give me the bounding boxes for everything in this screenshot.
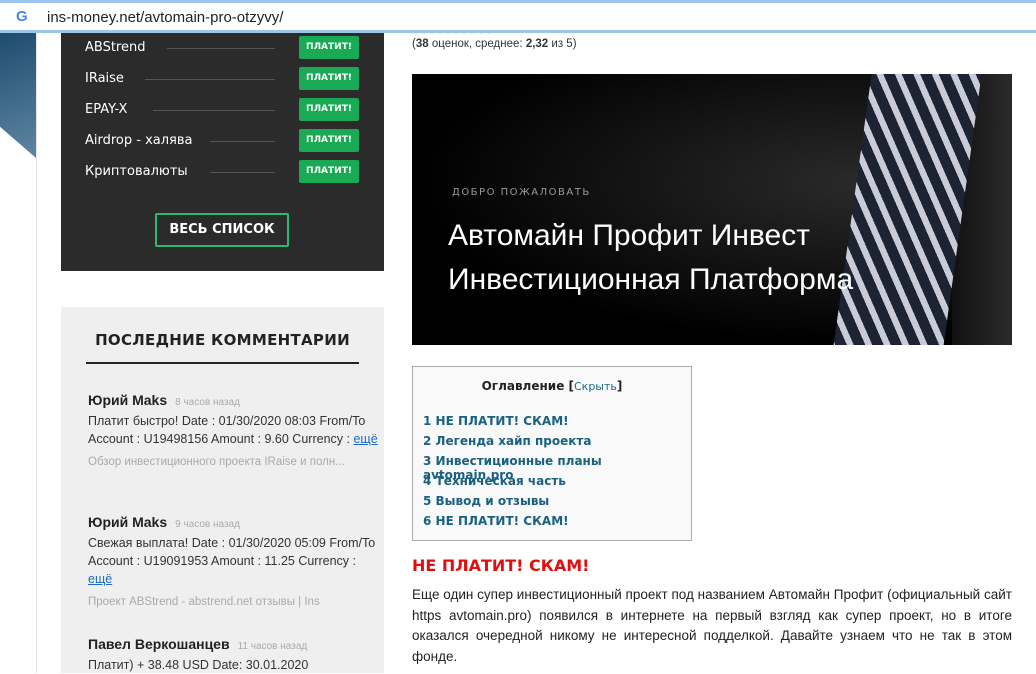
address-bar[interactable]: G ins-money.net/avtomain-pro-otzyvy/ [0, 0, 1036, 33]
divider [153, 110, 275, 111]
comment-text: Платит) + 38.48 USD Date: 30.01.2020 [88, 658, 309, 672]
status-badge[interactable]: ПЛАТИТ! [299, 67, 359, 90]
rating-summary: (38 оценок, среднее: 2,32 из 5) [412, 38, 577, 50]
rating-average: 2,32 [525, 38, 549, 50]
hero-title: Автомайн Профит Инвест Инвестиционная Пла… [448, 214, 853, 302]
comment-author[interactable]: Юрий Maks [88, 514, 167, 530]
project-name[interactable]: Airdrop - халява [85, 133, 193, 148]
divider [36, 33, 37, 673]
toc-item[interactable]: 5 Вывод и отзывы [423, 494, 549, 508]
comment-source[interactable]: Проект ABStrend - abstrend.net отзывы | … [88, 593, 378, 611]
project-name[interactable]: Криптовалюты [85, 164, 188, 179]
project-name[interactable]: ABStrend [85, 40, 145, 55]
toc-item[interactable]: 2 Легенда хайп проекта [423, 434, 591, 448]
hero-welcome: ДОБРО ПОЖАЛОВАТЬ [452, 187, 591, 198]
all-list-button[interactable]: ВЕСЬ СПИСОК [155, 213, 289, 247]
project-name[interactable]: EPAY-X [85, 102, 127, 117]
recent-comments: ПОСЛЕДНИЕ КОММЕНТАРИИ Юрий Maks 8 часов н… [61, 307, 384, 673]
status-badge[interactable]: ПЛАТИТ! [299, 98, 359, 121]
divider [86, 362, 359, 364]
rating-count: 38 [415, 38, 429, 50]
comment-author[interactable]: Юрий Maks [88, 392, 167, 408]
url-text[interactable]: ins-money.net/avtomain-pro-otzyvy/ [47, 9, 283, 26]
status-badge[interactable]: ПЛАТИТ! [299, 36, 359, 59]
hero-title-line: Инвестиционная Платформа [448, 263, 854, 296]
toc-toggle[interactable]: Скрыть [574, 380, 617, 393]
comments-title: ПОСЛЕДНИЕ КОММЕНТАРИИ [95, 331, 350, 349]
more-link[interactable]: ещё [88, 572, 112, 586]
more-link[interactable]: ещё [353, 432, 377, 446]
project-row[interactable]: ABStrend ПЛАТИТ! [85, 36, 359, 60]
toc-title: Оглавление [481, 379, 565, 393]
comment: Юрий Maks 9 часов назад Свежая выплата! D… [88, 513, 378, 611]
divider [167, 48, 275, 49]
project-row[interactable]: IRaise ПЛАТИТ! [85, 67, 359, 91]
comment-author[interactable]: Павел Веркошанцев [88, 636, 230, 652]
section-heading: НЕ ПЛАТИТ! СКАМ! [412, 556, 590, 575]
rating-label: оценок, среднее: [431, 38, 523, 50]
project-name[interactable]: IRaise [85, 71, 124, 86]
google-icon: G [16, 8, 28, 25]
hero-image: ДОБРО ПОЖАЛОВАТЬ Автомайн Профит Инвест И… [412, 74, 1012, 345]
hero-title-line: Автомайн Профит Инвест [448, 219, 810, 252]
background-decoration [0, 33, 36, 158]
divider [210, 172, 275, 173]
projects-widget: ABStrend ПЛАТИТ! IRaise ПЛАТИТ! EPAY-X ПЛАТ… [61, 33, 384, 271]
divider [210, 141, 275, 142]
toc-item[interactable]: 6 НЕ ПЛАТИТ! СКАМ! [423, 514, 569, 528]
comment-text: Свежая выплата! Date : 01/30/2020 05:09 … [88, 536, 376, 568]
project-row[interactable]: Airdrop - халява ПЛАТИТ! [85, 129, 359, 153]
rating-scale: из 5 [551, 38, 573, 50]
article-paragraph: Еще один супер инвестиционный проект под… [412, 587, 1012, 664]
project-row[interactable]: EPAY-X ПЛАТИТ! [85, 98, 359, 122]
project-row[interactable]: Криптовалюты ПЛАТИТ! [85, 160, 359, 184]
comment-time: 9 часов назад [175, 519, 240, 530]
comment-time: 11 часов назад [237, 641, 308, 652]
toc-item[interactable]: 1 НЕ ПЛАТИТ! СКАМ! [423, 414, 569, 428]
table-of-contents: Оглавление [Скрыть] 1 НЕ ПЛАТИТ! СКАМ! 2… [412, 366, 692, 541]
status-badge[interactable]: ПЛАТИТ! [299, 129, 359, 152]
status-badge[interactable]: ПЛАТИТ! [299, 160, 359, 183]
comment-source[interactable]: Обзор инвестиционного проекта IRaise и п… [88, 453, 378, 471]
comment-time: 8 часов назад [175, 397, 240, 408]
comment: Юрий Maks 8 часов назад Платит быстро! Da… [88, 391, 378, 471]
toc-item[interactable]: 4 Техническая часть [423, 474, 566, 488]
divider [145, 79, 275, 80]
comment-text: Платит быстро! Date : 01/30/2020 08:03 F… [88, 414, 366, 446]
comment: Павел Веркошанцев 11 часов назад Платит) … [88, 635, 378, 674]
